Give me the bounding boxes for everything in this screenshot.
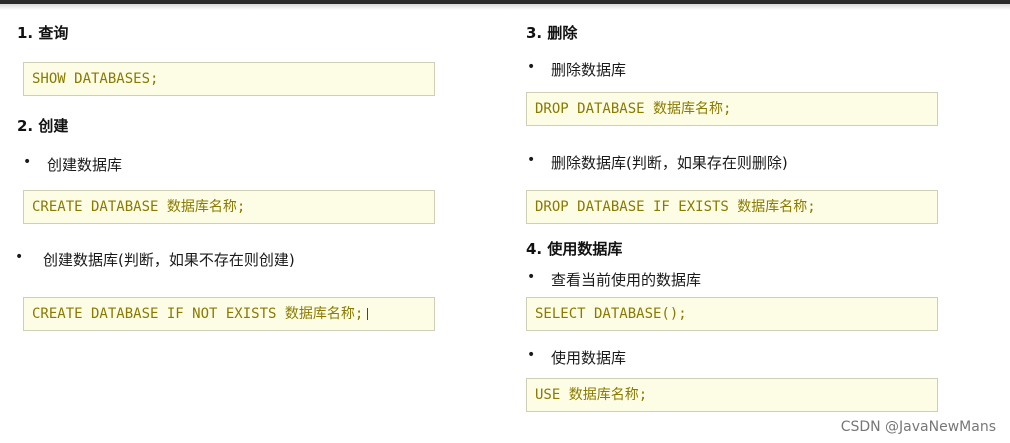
list-item-create-database-if-not-exists: • 创建数据库(判断，如果不存在则创建)	[15, 249, 295, 270]
code-create-database-if-not-exists: CREATE DATABASE IF NOT EXISTS 数据库名称;	[23, 297, 435, 331]
section-title-query: 1. 查询	[17, 24, 69, 42]
code-text: CREATE DATABASE IF NOT EXISTS 数据库名称;	[32, 306, 364, 322]
list-item-drop-database-if-exists: • 删除数据库(判断，如果存在则删除)	[527, 152, 788, 173]
list-item-create-database: • 创建数据库	[23, 154, 123, 175]
bullet-icon: •	[527, 347, 536, 363]
list-item-label: 使用数据库	[551, 349, 627, 367]
text-cursor-icon	[367, 308, 370, 320]
bullet-icon: •	[15, 249, 24, 265]
list-item-use-database: • 使用数据库	[527, 347, 627, 368]
list-item-label: 删除数据库	[551, 61, 627, 79]
code-use-database: USE 数据库名称;	[526, 378, 938, 412]
watermark: CSDN @JavaNewMans	[840, 419, 996, 435]
code-show-databases: SHOW DATABASES;	[23, 62, 435, 96]
list-item-label: 删除数据库(判断，如果存在则删除)	[551, 154, 788, 172]
section-title-use-database: 4. 使用数据库	[526, 240, 623, 258]
code-drop-database: DROP DATABASE 数据库名称;	[526, 92, 938, 126]
section-title-create: 2. 创建	[17, 117, 69, 135]
section-title-delete: 3. 删除	[526, 24, 578, 42]
bullet-icon: •	[23, 154, 32, 170]
code-select-database: SELECT DATABASE();	[526, 297, 938, 331]
code-drop-database-if-exists: DROP DATABASE IF EXISTS 数据库名称;	[526, 190, 938, 224]
list-item-drop-database: • 删除数据库	[527, 59, 627, 80]
bullet-icon: •	[527, 152, 536, 168]
top-bar-shadow	[0, 4, 1010, 10]
bullet-icon: •	[527, 269, 536, 285]
code-create-database: CREATE DATABASE 数据库名称;	[23, 190, 435, 224]
bullet-icon: •	[527, 59, 536, 75]
list-item-current-database: • 查看当前使用的数据库	[527, 269, 702, 290]
list-item-label: 创建数据库(判断，如果不存在则创建)	[43, 251, 295, 269]
list-item-label: 创建数据库	[47, 156, 123, 174]
list-item-label: 查看当前使用的数据库	[551, 271, 702, 289]
